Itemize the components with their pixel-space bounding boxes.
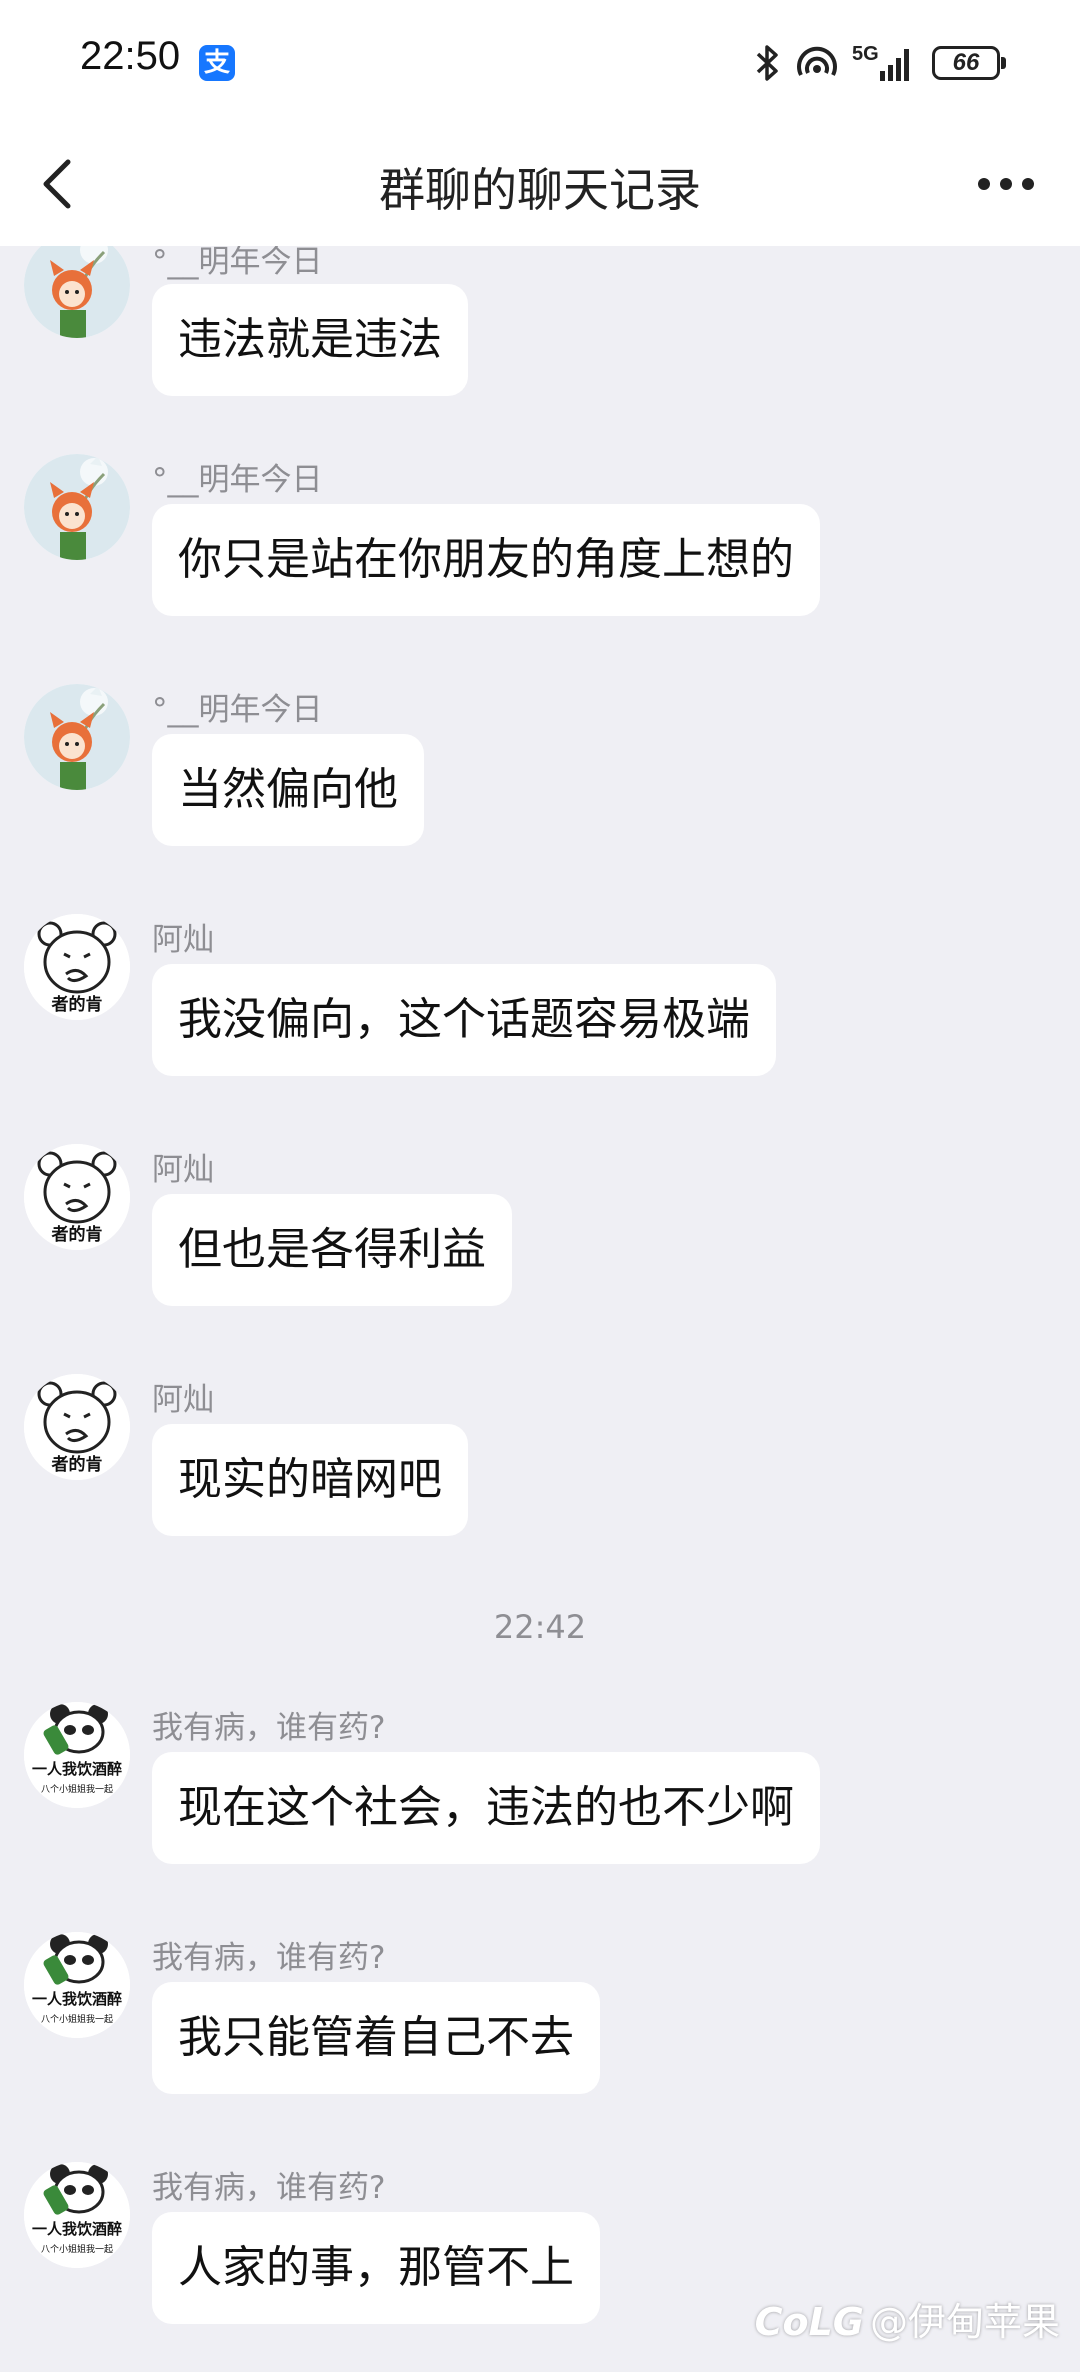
- time-divider: 22:42: [493, 1608, 587, 1646]
- message-bubble[interactable]: 我没偏向，这个话题容易极端: [152, 964, 776, 1076]
- avatar-caption: 者的肯: [51, 1454, 103, 1475]
- message-bubble[interactable]: 违法就是违法: [152, 284, 468, 396]
- message-bubble[interactable]: 你只是站在你朋友的角度上想的: [152, 504, 820, 616]
- status-time: 22:50: [80, 34, 181, 78]
- fox-girl-avatar[interactable]: [24, 684, 130, 790]
- sender-name: °__明年今日: [152, 462, 323, 498]
- avatar-caption-line1: 一人我饮酒醉: [32, 1760, 122, 1778]
- hotspot-icon: [797, 46, 837, 76]
- alipay-icon: 支: [199, 45, 235, 81]
- panda-meme-avatar[interactable]: 一人我饮酒醉 八个小姐姐我一起: [24, 1932, 130, 2038]
- sender-name: °__明年今日: [152, 692, 323, 728]
- sender-name: 阿灿: [152, 922, 214, 958]
- chat-history[interactable]: °__明年今日 违法就是违法 °__明年今日 你只是站在你朋友的角度上想的 °_…: [0, 246, 1080, 2372]
- bluetooth-icon: [756, 45, 778, 81]
- message-bubble[interactable]: 现实的暗网吧: [152, 1424, 468, 1536]
- avatar-caption-line1: 一人我饮酒醉: [32, 1990, 122, 2008]
- panda-meme-avatar[interactable]: 一人我饮酒醉 八个小姐姐我一起: [24, 1702, 130, 1808]
- signal-icon: 5G: [852, 43, 918, 83]
- avatar-caption: 者的肯: [51, 1224, 103, 1245]
- sender-name: 我有病，谁有药?: [152, 1940, 386, 1976]
- header-bar: 群聊的聊天记录: [0, 124, 1080, 246]
- watermark-logo: CoLG: [754, 2300, 864, 2344]
- message-bubble[interactable]: 人家的事，那管不上: [152, 2212, 600, 2324]
- bear-meme-avatar[interactable]: 者的肯: [24, 1144, 130, 1250]
- fox-girl-avatar[interactable]: [24, 246, 130, 338]
- watermark: CoLG @伊甸苹果: [755, 2291, 1060, 2346]
- avatar-caption-line2: 八个小姐姐我一起: [41, 2013, 113, 2025]
- message-bubble[interactable]: 我只能管着自己不去: [152, 1982, 600, 2094]
- page-title: 群聊的聊天记录: [379, 163, 701, 217]
- panda-meme-avatar[interactable]: 一人我饮酒醉 八个小姐姐我一起: [24, 2162, 130, 2268]
- avatar-caption-line1: 一人我饮酒醉: [32, 2220, 122, 2238]
- avatar-caption: 者的肯: [51, 994, 103, 1015]
- message-bubble[interactable]: 现在这个社会，违法的也不少啊: [152, 1752, 820, 1864]
- battery-icon: 66: [932, 46, 1006, 80]
- status-icons: 5G 66: [754, 38, 1006, 88]
- sender-name: °__明年今日: [152, 246, 323, 280]
- avatar-caption-line2: 八个小姐姐我一起: [41, 2243, 113, 2255]
- sender-name: 阿灿: [152, 1382, 214, 1418]
- status-bar: 22:50 支 5G 66: [0, 0, 1080, 124]
- fox-girl-avatar[interactable]: [24, 454, 130, 560]
- sender-name: 我有病，谁有药?: [152, 1710, 386, 1746]
- bear-meme-avatar[interactable]: 者的肯: [24, 914, 130, 1020]
- sender-name: 阿灿: [152, 1152, 214, 1188]
- sender-name: 我有病，谁有药?: [152, 2170, 386, 2206]
- battery-level: 66: [952, 49, 980, 76]
- bear-meme-avatar[interactable]: 者的肯: [24, 1374, 130, 1480]
- message-bubble[interactable]: 当然偏向他: [152, 734, 424, 846]
- more-dots-icon[interactable]: [978, 172, 1034, 196]
- message-bubble[interactable]: 但也是各得利益: [152, 1194, 512, 1306]
- watermark-text: @伊甸苹果: [869, 2300, 1060, 2344]
- avatar-caption-line2: 八个小姐姐我一起: [41, 1783, 113, 1795]
